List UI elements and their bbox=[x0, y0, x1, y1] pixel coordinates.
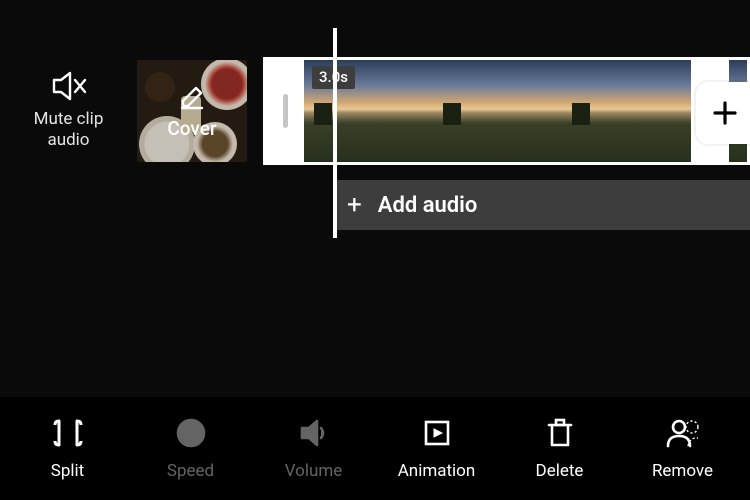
edit-icon bbox=[178, 83, 206, 115]
bottom-toolbar: Split Speed Volume bbox=[0, 397, 750, 500]
add-clip-button[interactable] bbox=[696, 82, 750, 144]
plus-icon: + bbox=[347, 192, 362, 218]
cover-button[interactable]: Cover bbox=[137, 60, 247, 162]
add-audio-label: Add audio bbox=[378, 193, 478, 218]
mute-clip-audio-button[interactable]: Mute clipaudio bbox=[0, 71, 137, 152]
speaker-muted-icon bbox=[50, 71, 88, 105]
remove-button[interactable]: Remove bbox=[621, 417, 744, 481]
clip-thumbnails: 3.0s bbox=[304, 60, 691, 162]
clip-thumbnail bbox=[433, 60, 562, 162]
video-editor: Mute clipaudio Cover bbox=[0, 0, 750, 500]
add-audio-button[interactable]: + Add audio bbox=[333, 180, 750, 230]
tool-label: Animation bbox=[398, 461, 476, 481]
speaker-icon bbox=[297, 417, 331, 453]
mute-label: Mute clipaudio bbox=[34, 109, 104, 152]
trash-icon bbox=[543, 417, 577, 453]
animation-icon bbox=[420, 417, 454, 453]
tool-label: Speed bbox=[167, 461, 214, 481]
timeline-row: Mute clipaudio Cover bbox=[0, 60, 750, 162]
trim-handle-left[interactable] bbox=[266, 60, 304, 162]
volume-button[interactable]: Volume bbox=[252, 417, 375, 481]
cover-label: Cover bbox=[167, 117, 216, 140]
speed-button[interactable]: Speed bbox=[129, 417, 252, 481]
cover-overlay: Cover bbox=[137, 60, 247, 162]
remove-person-icon bbox=[664, 417, 702, 453]
speed-icon bbox=[174, 417, 208, 453]
clip-thumbnail bbox=[562, 60, 691, 162]
plus-icon bbox=[710, 98, 740, 128]
tool-label: Split bbox=[51, 461, 84, 481]
split-button[interactable]: Split bbox=[6, 417, 129, 481]
selected-clip[interactable]: 3.0s bbox=[263, 57, 750, 165]
tool-label: Delete bbox=[536, 461, 584, 481]
tool-label: Remove bbox=[652, 461, 713, 481]
clip-duration-badge: 3.0s bbox=[312, 66, 355, 89]
delete-button[interactable]: Delete bbox=[498, 417, 621, 481]
animation-button[interactable]: Animation bbox=[375, 417, 498, 481]
split-icon bbox=[51, 417, 85, 453]
tool-label: Volume bbox=[285, 461, 343, 481]
